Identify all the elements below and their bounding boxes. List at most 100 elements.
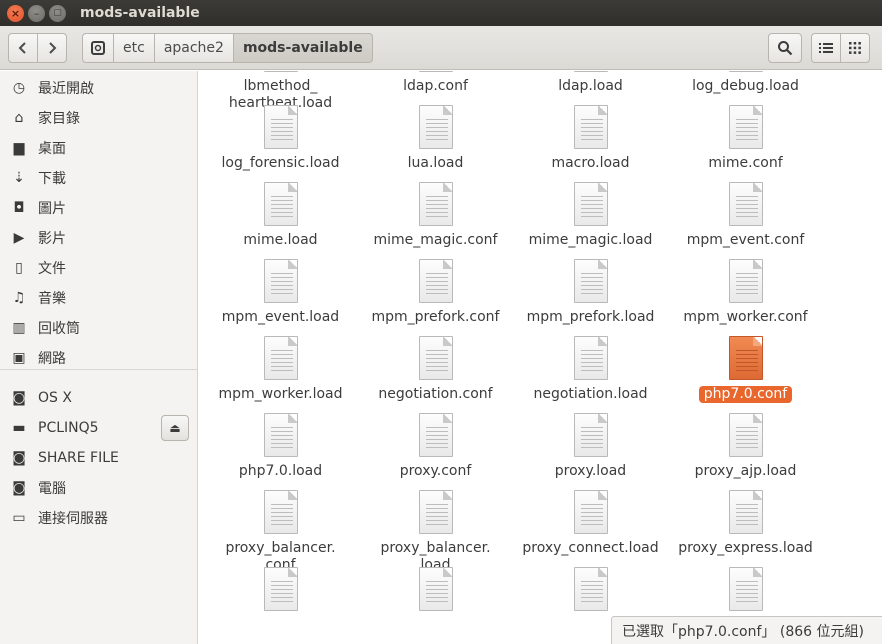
sidebar-item-label: 圖片 — [38, 201, 66, 217]
text-file-icon — [573, 490, 608, 534]
text-file-icon — [573, 336, 608, 380]
file-item[interactable]: ldap.load — [513, 71, 668, 95]
text-file-icon — [573, 182, 608, 226]
file-item[interactable]: mime_magic.load — [513, 182, 668, 249]
search-button[interactable] — [768, 33, 802, 63]
eject-button[interactable]: ⏏ — [161, 415, 189, 441]
breadcrumb-mods-available[interactable]: mods-available — [233, 33, 373, 63]
file-name: proxy.load — [554, 463, 627, 479]
video-icon: ▶ — [13, 230, 25, 246]
file-name: proxy_ajp.load — [694, 463, 797, 479]
file-item[interactable]: mpm_worker.conf — [668, 259, 823, 326]
clock-icon: ◷ — [12, 80, 26, 96]
sidebar-item-label: 影片 — [38, 231, 66, 247]
file-item[interactable]: macro.load — [513, 105, 668, 172]
sidebar-item-places-4[interactable]: ◘ 圖片 — [0, 194, 198, 222]
maximize-window-button[interactable]: ▢ — [49, 4, 66, 22]
sidebar-item-places-1[interactable]: ⌂ 家目錄 — [0, 104, 198, 132]
list-view-button[interactable] — [811, 33, 841, 63]
sidebar-item-label: 網路 — [38, 351, 66, 367]
text-file-icon — [418, 567, 453, 611]
disk-icon: ▬ — [12, 420, 26, 436]
sidebar-item-label: 回收筒 — [38, 321, 80, 337]
file-item[interactable]: mpm_event.conf — [668, 182, 823, 249]
drive-icon: ◙ — [12, 390, 26, 406]
file-item[interactable] — [203, 567, 358, 611]
file-item[interactable]: ldap.conf — [358, 71, 513, 95]
breadcrumb-apache2[interactable]: apache2 — [154, 33, 234, 63]
sidebar-item-devices-0[interactable]: ◙ OS X — [0, 384, 198, 412]
file-item[interactable]: mime_magic.conf — [358, 182, 513, 249]
file-name: mime_magic.load — [528, 232, 653, 248]
text-file-icon — [263, 259, 298, 303]
sidebar-item-places-3[interactable]: ⇣ 下載 — [0, 164, 198, 192]
title-bar: × – ▢ mods-available — [0, 0, 882, 26]
file-name: ldap.load — [558, 78, 623, 94]
sidebar-item-label: 電腦 — [38, 481, 66, 497]
file-name: php7.0.load — [238, 463, 323, 479]
file-item[interactable]: proxy_express.load — [668, 490, 823, 557]
text-file-icon — [418, 413, 453, 457]
sidebar-item-devices-3[interactable]: ◙ 電腦 — [0, 474, 198, 502]
sidebar-item-places-8[interactable]: ▥ 回收筒 — [0, 314, 198, 342]
file-name: proxy_connect.load — [522, 540, 659, 556]
file-item[interactable]: proxy_balancer. load — [358, 490, 513, 574]
sidebar-item-places-2[interactable]: ▆ 桌面 — [0, 134, 198, 162]
breadcrumb-etc[interactable]: etc — [114, 33, 155, 63]
sidebar-item-places-0[interactable]: ◷ 最近開啟 — [0, 74, 198, 102]
file-name: mime.conf — [708, 155, 783, 171]
grid-view-button[interactable] — [840, 33, 870, 63]
toolbar: etc apache2 mods-available — [0, 26, 882, 70]
back-button[interactable] — [8, 33, 38, 63]
text-file-icon — [573, 71, 608, 72]
close-window-button[interactable]: × — [7, 4, 24, 22]
sidebar-item-label: PCLINQ5 — [38, 420, 99, 436]
text-file-icon — [728, 413, 763, 457]
text-file-icon — [573, 567, 608, 611]
file-item[interactable]: mpm_event.load — [203, 259, 358, 326]
file-item[interactable]: proxy.load — [513, 413, 668, 480]
sidebar-item-devices-2[interactable]: ◙ SHARE FILE — [0, 444, 198, 472]
breadcrumb: etc apache2 mods-available — [82, 33, 373, 63]
file-item[interactable]: proxy.conf — [358, 413, 513, 480]
search-icon — [778, 41, 793, 56]
sidebar-item-places-7[interactable]: ♫ 音樂 — [0, 284, 198, 312]
text-file-icon — [728, 71, 763, 72]
file-item[interactable]: negotiation.conf — [358, 336, 513, 403]
file-item[interactable] — [513, 567, 668, 611]
server-icon: ▭ — [12, 510, 26, 526]
file-item[interactable]: log_debug.load — [668, 71, 823, 95]
file-item[interactable] — [668, 567, 823, 611]
file-item[interactable]: mpm_worker.load — [203, 336, 358, 403]
minimize-window-button[interactable]: – — [28, 4, 45, 22]
file-name: mpm_event.conf — [686, 232, 805, 248]
text-file-icon — [263, 182, 298, 226]
sidebar-item-label: SHARE FILE — [38, 450, 119, 466]
document-icon: ▯ — [15, 260, 23, 276]
close-icon: × — [10, 6, 21, 20]
file-item[interactable]: proxy_ajp.load — [668, 413, 823, 480]
file-item[interactable]: mime.conf — [668, 105, 823, 172]
sidebar-item-places-6[interactable]: ▯ 文件 — [0, 254, 198, 282]
sidebar-item-label: OS X — [38, 390, 72, 406]
sidebar-item-places-5[interactable]: ▶ 影片 — [0, 224, 198, 252]
file-item[interactable] — [358, 567, 513, 611]
file-item[interactable]: mpm_prefork.load — [513, 259, 668, 326]
file-item[interactable]: proxy_connect.load — [513, 490, 668, 557]
file-name: proxy_express.load — [678, 540, 813, 556]
breadcrumb-root[interactable] — [82, 33, 114, 63]
file-item[interactable]: mime.load — [203, 182, 358, 249]
file-item[interactable]: lua.load — [358, 105, 513, 172]
text-file-icon — [418, 490, 453, 534]
sidebar-item-places-9[interactable]: ▣ 網路 — [0, 344, 198, 372]
file-item[interactable]: proxy_balancer. conf — [203, 490, 358, 574]
text-file-icon — [573, 105, 608, 149]
file-item[interactable]: php7.0.load — [203, 413, 358, 480]
file-name: negotiation.conf — [378, 386, 493, 402]
file-item[interactable]: mpm_prefork.conf — [358, 259, 513, 326]
file-item[interactable]: php7.0.conf — [668, 336, 823, 403]
file-item[interactable]: log_forensic.load — [203, 105, 358, 172]
file-item[interactable]: negotiation.load — [513, 336, 668, 403]
forward-button[interactable] — [37, 33, 67, 63]
sidebar-item-devices-4[interactable]: ▭ 連接伺服器 — [0, 504, 198, 532]
